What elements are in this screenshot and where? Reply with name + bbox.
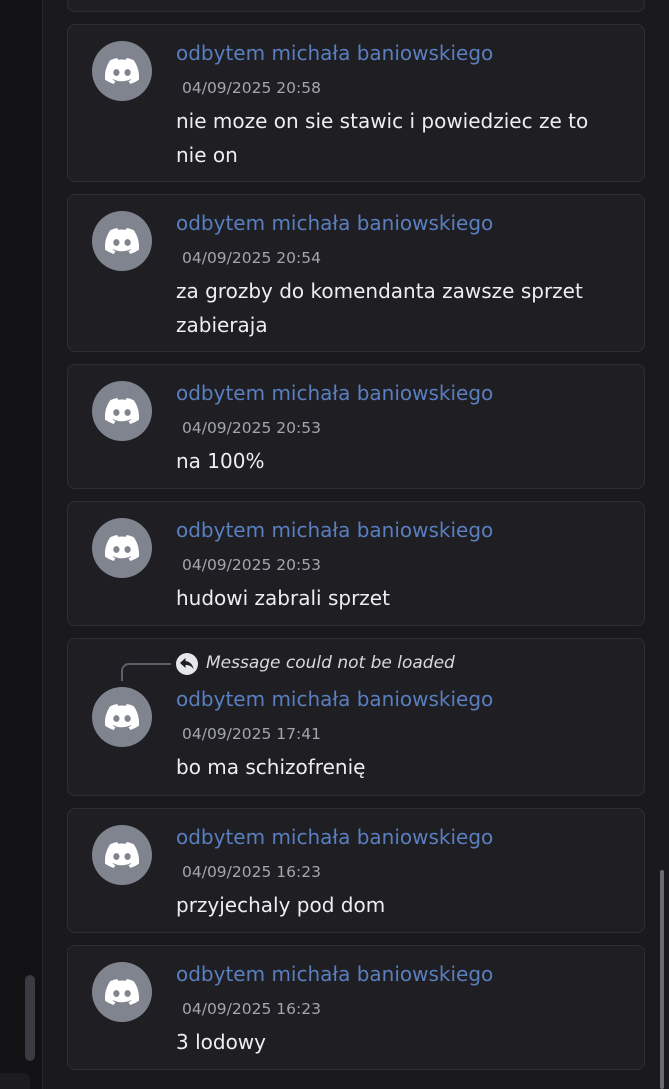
reply-arrow-icon (176, 653, 198, 675)
author-name[interactable]: odbytem michała baniowskiego (176, 381, 493, 405)
avatar[interactable] (92, 825, 152, 885)
message-text: hudowi zabrali sprzet (176, 586, 390, 610)
timestamp: 04/09/2025 20:54 (182, 249, 321, 267)
discord-logo-icon (105, 842, 139, 868)
reply-preview[interactable]: Message could not be loaded (206, 653, 455, 673)
discord-logo-icon (105, 58, 139, 84)
discord-logo-icon (105, 228, 139, 254)
author-name[interactable]: odbytem michała baniowskiego (176, 211, 493, 235)
message-text: za grozby do komendanta zawsze sprzet za… (176, 279, 583, 337)
avatar[interactable] (92, 687, 152, 747)
message-text: bo ma schizofrenię (176, 755, 366, 779)
previous-message-card (67, 0, 645, 12)
discord-logo-icon (105, 535, 139, 561)
avatar[interactable] (92, 41, 152, 101)
message-text: nie moze on sie stawic i powiedziec ze t… (176, 109, 589, 167)
avatar[interactable] (92, 518, 152, 578)
author-name[interactable]: odbytem michała baniowskiego (176, 41, 493, 65)
author-name[interactable]: odbytem michała baniowskiego (176, 518, 493, 542)
message-card: odbytem michała baniowskiego 04/09/2025 … (67, 364, 645, 489)
message-card: Message could not be loaded odbytem mich… (67, 638, 645, 796)
message-card: odbytem michała baniowskiego 04/09/2025 … (67, 24, 645, 182)
discord-logo-icon (105, 979, 139, 1005)
feed-scrollbar[interactable] (660, 870, 664, 1089)
author-name[interactable]: odbytem michała baniowskiego (176, 962, 493, 986)
author-name[interactable]: odbytem michała baniowskiego (176, 825, 493, 849)
message-card: odbytem michała baniowskiego 04/09/2025 … (67, 501, 645, 626)
timestamp: 04/09/2025 16:23 (182, 863, 321, 881)
message-text: 3 lodowy (176, 1030, 266, 1054)
timestamp: 04/09/2025 20:58 (182, 79, 321, 97)
avatar[interactable] (92, 211, 152, 271)
discord-logo-icon (105, 398, 139, 424)
timestamp: 04/09/2025 17:41 (182, 725, 321, 743)
message-card: odbytem michała baniowskiego 04/09/2025 … (67, 194, 645, 352)
avatar[interactable] (92, 962, 152, 1022)
avatar[interactable] (92, 381, 152, 441)
message-feed: odbytem michała baniowskiego 04/09/2025 … (0, 0, 669, 1089)
timestamp: 04/09/2025 20:53 (182, 556, 321, 574)
message-text: na 100% (176, 449, 265, 473)
timestamp: 04/09/2025 16:23 (182, 1000, 321, 1018)
author-name[interactable]: odbytem michała baniowskiego (176, 687, 493, 711)
reply-connector (121, 663, 171, 681)
discord-logo-icon (105, 704, 139, 730)
message-card: odbytem michała baniowskiego 04/09/2025 … (67, 808, 645, 933)
message-card: odbytem michała baniowskiego 04/09/2025 … (67, 945, 645, 1070)
timestamp: 04/09/2025 20:53 (182, 419, 321, 437)
message-text: przyjechaly pod dom (176, 893, 386, 917)
